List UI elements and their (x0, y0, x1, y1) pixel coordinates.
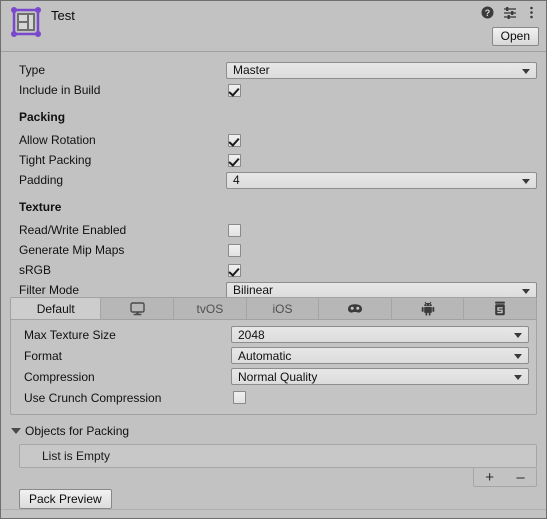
objects-for-packing-label: Objects for Packing (25, 424, 130, 438)
tab-webgl[interactable] (464, 298, 537, 319)
use-crunch-compression-checkbox[interactable] (233, 391, 246, 404)
label-srgb: sRGB (19, 263, 52, 277)
inspector-header: Test ? Open (1, 1, 546, 52)
padding-dropdown[interactable]: 4 (226, 171, 537, 189)
row-type: Type Master (1, 60, 546, 80)
label-format: Format (24, 348, 63, 363)
more-menu-icon[interactable] (524, 5, 539, 20)
format-value: Automatic (238, 348, 292, 363)
read-write-enabled-checkbox[interactable] (228, 223, 241, 237)
label-generate-mip-maps: Generate Mip Maps (19, 243, 125, 257)
tab-visionos[interactable] (319, 298, 392, 319)
objects-for-packing-section: Objects for Packing List is Empty + – Pa… (1, 422, 546, 509)
filter-mode-dropdown[interactable]: Bilinear (226, 281, 537, 299)
tab-ios[interactable]: iOS (246, 298, 320, 319)
filter-mode-dropdown-value: Bilinear (233, 283, 274, 297)
chevron-down-icon (522, 178, 530, 184)
chevron-down-icon (514, 375, 522, 380)
tab-android[interactable] (391, 298, 465, 319)
max-texture-size-value: 2048 (238, 327, 265, 342)
label-read-write-enabled: Read/Write Enabled (19, 223, 127, 237)
format-dropdown[interactable]: Automatic (231, 347, 529, 364)
android-icon (421, 301, 435, 316)
section-packing: Packing (1, 110, 546, 130)
chevron-down-icon (514, 333, 522, 338)
include-in-build-checkbox[interactable] (228, 83, 241, 97)
row-max-texture-size: Max Texture Size 2048 (11, 324, 536, 345)
objects-for-packing-foldout[interactable]: Objects for Packing (1, 422, 546, 440)
packing-list[interactable]: List is Empty (19, 444, 537, 468)
row-tight-packing: Tight Packing (1, 150, 546, 170)
section-texture: Texture (1, 200, 546, 220)
tab-tvos-label: tvOS (196, 301, 224, 316)
type-dropdown[interactable]: Master (226, 61, 537, 79)
pack-preview-button[interactable]: Pack Preview (19, 489, 112, 509)
type-dropdown-value: Master (233, 63, 270, 77)
sprite-atlas-icon (10, 6, 42, 38)
row-include-in-build: Include in Build (1, 80, 546, 100)
generate-mip-maps-checkbox[interactable] (228, 243, 241, 257)
tab-ios-label: iOS (272, 301, 293, 316)
padding-dropdown-value: 4 (233, 173, 240, 187)
inspector-body: Type Master Include in Build Packing All… (1, 52, 546, 300)
page-title: Test (51, 8, 75, 23)
platform-tab-content: Max Texture Size 2048 Format Automatic C… (11, 320, 536, 414)
label-allow-rotation: Allow Rotation (19, 133, 96, 147)
tab-tvos[interactable]: tvOS (174, 298, 247, 319)
label-padding: Padding (19, 173, 64, 187)
chevron-down-icon (522, 288, 530, 294)
add-item-button[interactable]: + (481, 470, 498, 485)
visionos-icon (347, 303, 363, 315)
label-compression: Compression (24, 369, 95, 384)
tight-packing-checkbox[interactable] (228, 153, 241, 167)
sprite-atlas-inspector-window: Test ? Open Type Master Include in Build… (0, 0, 547, 519)
tab-default-label: Default (36, 301, 75, 316)
chevron-down-icon (522, 68, 530, 74)
list-button-group: + – (473, 468, 537, 487)
chevron-down-icon (514, 354, 522, 359)
row-srgb: sRGB (1, 260, 546, 280)
label-tight-packing: Tight Packing (19, 153, 92, 167)
triangle-down-icon[interactable] (11, 428, 21, 434)
label-max-texture-size: Max Texture Size (24, 327, 116, 342)
open-button[interactable]: Open (491, 27, 539, 46)
help-icon[interactable]: ? (480, 5, 495, 20)
compression-dropdown[interactable]: Normal Quality (231, 368, 529, 385)
row-read-write-enabled: Read/Write Enabled (1, 220, 546, 240)
row-use-crunch-compression: Use Crunch Compression (11, 387, 536, 408)
row-format: Format Automatic (11, 345, 536, 366)
header-icon-group: ? (480, 5, 539, 20)
row-generate-mip-maps: Generate Mip Maps (1, 240, 546, 260)
row-compression: Compression Normal Quality (11, 366, 536, 387)
tab-standalone[interactable] (101, 298, 175, 319)
packing-list-footer: + – (19, 468, 537, 487)
tab-default[interactable]: Default (11, 298, 102, 319)
platform-tabstrip: Default tvOS iOS (11, 298, 537, 320)
row-padding: Padding 4 (1, 170, 546, 190)
label-type: Type (19, 63, 46, 77)
label-filter-mode: Filter Mode (19, 283, 80, 297)
standalone-monitor-icon (130, 301, 145, 316)
preset-sliders-icon[interactable] (502, 5, 517, 20)
remove-item-button[interactable]: – (512, 470, 528, 485)
platform-settings-panel: Default tvOS iOS Max Texture Size 2048 F… (10, 297, 537, 415)
list-empty-text: List is Empty (42, 449, 111, 463)
label-texture-header: Texture (19, 200, 62, 214)
max-texture-size-dropdown[interactable]: 2048 (231, 326, 529, 343)
label-include-in-build: Include in Build (19, 83, 101, 97)
svg-text:?: ? (485, 8, 491, 18)
allow-rotation-checkbox[interactable] (228, 133, 241, 147)
label-packing-header: Packing (19, 110, 66, 124)
compression-value: Normal Quality (238, 369, 318, 384)
webgl-icon (494, 301, 506, 316)
footer-divider (1, 509, 546, 510)
srgb-checkbox[interactable] (228, 263, 241, 277)
row-allow-rotation: Allow Rotation (1, 130, 546, 150)
label-use-crunch-compression: Use Crunch Compression (24, 390, 162, 405)
